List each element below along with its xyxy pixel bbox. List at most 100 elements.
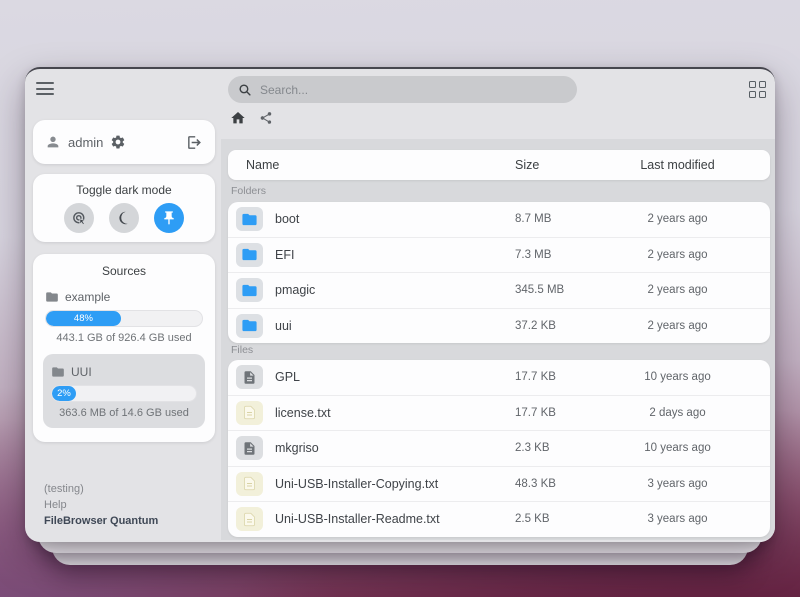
- row-mkgriso[interactable]: mkgriso 2.3 KB10 years ago: [228, 430, 770, 466]
- item-name: boot: [275, 212, 299, 226]
- row-name: Uni-USB-Installer-Copying.txt: [228, 472, 515, 496]
- item-size: 345.5 MB: [515, 284, 585, 296]
- item-name: EFI: [275, 248, 294, 262]
- column-last-modified[interactable]: Last modified: [585, 158, 770, 172]
- user-card: admin: [33, 120, 215, 164]
- item-size: 2.3 KB: [515, 442, 585, 454]
- item-size: 17.7 KB: [515, 407, 585, 419]
- breadcrumb: [230, 110, 273, 126]
- source-name: UUI: [71, 365, 92, 379]
- sidebar-link-help[interactable]: Help: [44, 497, 158, 513]
- home-icon[interactable]: [230, 110, 246, 126]
- auto-click-icon: [71, 210, 88, 227]
- item-modified: 3 years ago: [585, 513, 770, 525]
- row-efi[interactable]: EFI 7.3 MB2 years ago: [228, 237, 770, 273]
- row-name: uui: [228, 314, 515, 338]
- item-name: license.txt: [275, 406, 331, 420]
- item-modified: 2 years ago: [585, 249, 770, 261]
- item-size: 8.7 MB: [515, 213, 585, 225]
- item-name: Uni-USB-Installer-Copying.txt: [275, 477, 438, 491]
- document-icon: [236, 436, 263, 460]
- document-icon: [236, 507, 263, 531]
- filebrowser-window: admin Toggle dark mode Sources example 48…: [25, 67, 775, 542]
- sidebar-footer: (testing) Help FileBrowser Quantum: [44, 481, 158, 529]
- row-gpl[interactable]: GPL 17.7 KB10 years ago: [228, 360, 770, 395]
- item-modified: 10 years ago: [585, 442, 770, 454]
- section-label-files: Files: [231, 344, 253, 356]
- document-icon: [236, 401, 263, 425]
- sources-card: Sources example 48% 443.1 GB of 926.4 GB u…: [33, 254, 215, 442]
- row-name: license.txt: [228, 401, 515, 425]
- blue-folder-icon: [236, 314, 263, 338]
- folder-icon: [45, 290, 59, 304]
- document-icon: [236, 365, 263, 389]
- item-modified: 3 years ago: [585, 478, 770, 490]
- auto-click-toggle-button[interactable]: [64, 203, 94, 233]
- blue-folder-icon: [236, 243, 263, 267]
- item-modified: 2 years ago: [585, 320, 770, 332]
- menu-icon[interactable]: [36, 82, 54, 95]
- sources-list: example 48% 443.1 GB of 926.4 GB used UUI 2%…: [43, 284, 205, 428]
- blue-folder-icon: [236, 207, 263, 231]
- moon-icon: [116, 210, 132, 226]
- item-name: Uni-USB-Installer-Readme.txt: [275, 512, 440, 526]
- usage-bar: 48%: [45, 310, 203, 327]
- column-size[interactable]: Size: [515, 158, 585, 172]
- row-name: GPL: [228, 365, 515, 389]
- item-name: pmagic: [275, 283, 315, 297]
- row-boot[interactable]: boot8.7 MB2 years ago: [228, 202, 770, 237]
- usage-text: 443.1 GB of 926.4 GB used: [45, 332, 203, 344]
- search-input[interactable]: [258, 82, 567, 98]
- sidebar-link-testing[interactable]: (testing): [44, 481, 158, 497]
- item-name: mkgriso: [275, 441, 319, 455]
- dark-mode-buttons: [33, 203, 215, 233]
- desktop-background: admin Toggle dark mode Sources example 48…: [0, 0, 800, 597]
- dark-mode-label: Toggle dark mode: [33, 183, 215, 197]
- document-icon: [236, 472, 263, 496]
- app-brand[interactable]: FileBrowser Quantum: [44, 513, 158, 529]
- row-uui[interactable]: uui 37.2 KB2 years ago: [228, 308, 770, 344]
- pin-toggle-button[interactable]: [154, 203, 184, 233]
- row-pmagic[interactable]: pmagic345.5 MB2 years ago: [228, 272, 770, 308]
- magnifier-icon: [238, 83, 252, 97]
- blue-folder-icon: [236, 278, 263, 302]
- source-item-uui[interactable]: UUI 2% 363.6 MB of 14.6 GB used: [43, 354, 205, 428]
- item-size: 37.2 KB: [515, 320, 585, 332]
- row-name: pmagic: [228, 278, 515, 302]
- moon-toggle-button[interactable]: [109, 203, 139, 233]
- item-name: GPL: [275, 370, 300, 384]
- usage-text: 363.6 MB of 14.6 GB used: [51, 407, 197, 419]
- files-card: GPL17.7 KB10 years agolicense.txt17.7 KB…: [228, 360, 770, 537]
- row-uni-usb-installer-copying.txt[interactable]: Uni-USB-Installer-Copying.txt 48.3 KB3 ye…: [228, 466, 770, 502]
- item-size: 7.3 MB: [515, 249, 585, 261]
- source-name: example: [65, 290, 110, 304]
- sources-title: Sources: [43, 264, 205, 278]
- table-header: Name Size Last modified: [228, 150, 770, 180]
- dark-mode-card: Toggle dark mode: [33, 174, 215, 242]
- search-bar[interactable]: [228, 76, 577, 103]
- share-icon[interactable]: [259, 111, 273, 125]
- item-name: uui: [275, 319, 292, 333]
- grid-view-icon[interactable]: [749, 81, 767, 99]
- item-size: 17.7 KB: [515, 371, 585, 383]
- item-size: 48.3 KB: [515, 478, 585, 490]
- usage-bar-fill: 2%: [52, 386, 76, 401]
- row-license.txt[interactable]: license.txt17.7 KB2 days ago: [228, 395, 770, 431]
- item-size: 2.5 KB: [515, 513, 585, 525]
- row-name: EFI: [228, 243, 515, 267]
- row-name: boot: [228, 207, 515, 231]
- row-name: Uni-USB-Installer-Readme.txt: [228, 507, 515, 531]
- folder-icon: [51, 365, 65, 379]
- usage-bar-fill: 48%: [46, 311, 121, 326]
- logout-icon[interactable]: [186, 134, 203, 151]
- usage-bar: 2%: [51, 385, 197, 402]
- row-uni-usb-installer-readme.txt[interactable]: Uni-USB-Installer-Readme.txt 2.5 KB3 year…: [228, 501, 770, 537]
- pin-icon: [161, 210, 177, 226]
- section-label-folders: Folders: [231, 185, 266, 197]
- source-item-example[interactable]: example 48% 443.1 GB of 926.4 GB used: [43, 284, 205, 344]
- folders-card: boot8.7 MB2 years agoEFI7.3 MB2 years ag…: [228, 202, 770, 343]
- column-name[interactable]: Name: [228, 158, 515, 172]
- person-icon: [45, 134, 61, 150]
- item-modified: 10 years ago: [585, 371, 770, 383]
- gear-icon[interactable]: [110, 134, 126, 150]
